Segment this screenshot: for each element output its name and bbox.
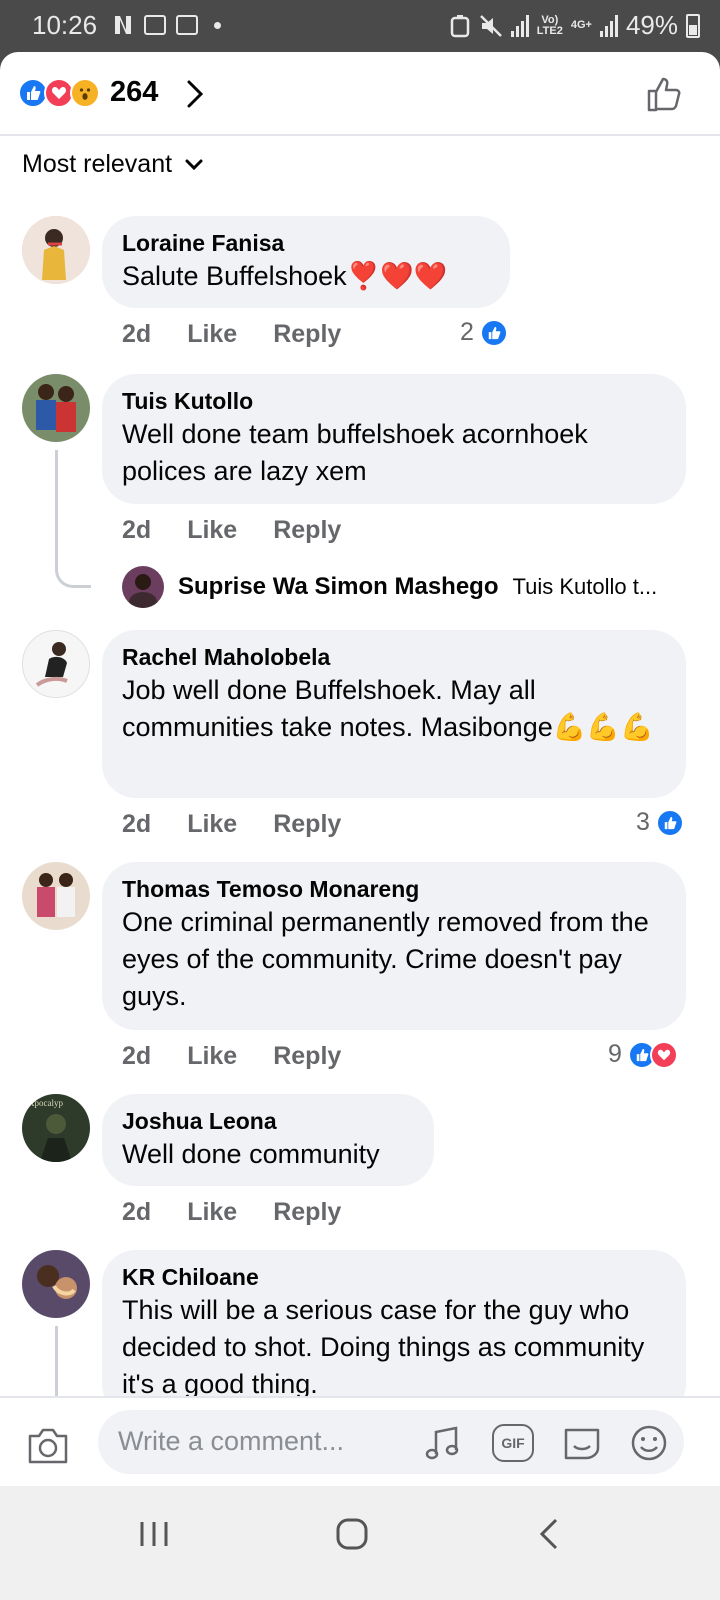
gallery-icon	[144, 15, 166, 35]
battery-percent: 49%	[625, 10, 678, 40]
more-notifications-icon	[214, 21, 221, 29]
music-icon[interactable]	[424, 1424, 462, 1462]
comments-sheet: 264 Most relevant Loraine Fanisa Salute …	[0, 52, 720, 1516]
status-time: 10:26	[32, 10, 98, 40]
system-indicators: Vo) LTE2 4G+ 49%	[449, 10, 700, 41]
reaction-count: 2	[460, 318, 474, 346]
comment-bubble[interactable]: KR Chiloane This will be a serious case …	[102, 1250, 686, 1418]
avatar[interactable]: Apocalyp	[22, 1094, 90, 1162]
commenter-name[interactable]: KR Chiloane	[122, 1262, 666, 1292]
comment-bubble[interactable]: Joshua Leona Well done community	[102, 1094, 434, 1186]
reply-snippet: Tuis Kutollo t...	[512, 574, 658, 599]
avatar[interactable]	[22, 1250, 90, 1318]
comment-input[interactable]: Write a comment... GIF	[98, 1410, 684, 1474]
like-icon	[479, 318, 508, 347]
like-button[interactable]: Like	[187, 516, 237, 545]
commenter-name[interactable]: Rachel Maholobela	[122, 642, 666, 672]
reactions-header[interactable]: 264	[0, 52, 720, 136]
back-icon[interactable]	[530, 1514, 570, 1554]
camera-icon[interactable]	[26, 1426, 70, 1466]
alarm-icon	[450, 14, 470, 37]
commenter-name[interactable]: Tuis Kutollo	[122, 386, 666, 416]
reply-button[interactable]: Reply	[273, 810, 341, 839]
comment-text: Well done team buffelshoek acornhoek pol…	[122, 419, 588, 486]
network-type-label: 4G+	[570, 19, 592, 31]
gif-label: GIF	[501, 1435, 525, 1451]
avatar[interactable]	[22, 862, 90, 930]
sticker-icon[interactable]	[560, 1424, 604, 1462]
comment-bubble[interactable]: Loraine Fanisa Salute Buffelshoek❣️❤️❤️	[102, 216, 510, 308]
comment-time[interactable]: 2d	[122, 1042, 151, 1071]
volte-label: Vo) LTE2	[536, 13, 563, 37]
like-outline-icon[interactable]	[644, 74, 684, 114]
home-icon[interactable]	[332, 1514, 372, 1554]
like-button[interactable]: Like	[187, 320, 237, 349]
like-button[interactable]: Like	[187, 1198, 237, 1227]
notification-icons	[112, 14, 221, 36]
commenter-name[interactable]: Thomas Temoso Monareng	[122, 874, 666, 904]
avatar[interactable]	[22, 630, 90, 698]
comment-text: Job well done Buffelshoek. May all commu…	[122, 675, 654, 742]
reply-button[interactable]: Reply	[273, 1198, 341, 1227]
avatar	[122, 566, 164, 608]
reply-button[interactable]: Reply	[273, 1042, 341, 1071]
chevron-down-icon	[185, 159, 203, 170]
thread-line	[55, 1326, 91, 1406]
like-icon	[655, 808, 684, 837]
mute-icon	[479, 14, 502, 37]
reply-button[interactable]: Reply	[273, 320, 341, 349]
comment-time[interactable]: 2d	[122, 810, 151, 839]
comment-actions: 2d Like Reply	[122, 516, 341, 545]
wow-icon	[70, 78, 100, 108]
comment-bubble[interactable]: Thomas Temoso Monareng One criminal perm…	[102, 862, 686, 1030]
reaction-icons	[18, 78, 100, 108]
gif-icon[interactable]: GIF	[492, 1424, 534, 1462]
sort-dropdown[interactable]: Most relevant	[22, 150, 204, 179]
avatar-text: Apocalyp	[28, 1098, 63, 1108]
reply-button[interactable]: Reply	[273, 516, 341, 545]
signal-icon-2	[599, 14, 618, 37]
comment-bubble[interactable]: Rachel Maholobela Job well done Buffelsh…	[102, 630, 686, 798]
comment-actions: 2d Like Reply	[122, 1042, 341, 1071]
system-nav-bar	[0, 1486, 720, 1600]
signal-icon	[510, 14, 529, 37]
comment-actions: 2d Like Reply	[122, 1198, 341, 1227]
comment-text: This will be a serious case for the guy …	[122, 1295, 645, 1399]
comment-bubble[interactable]: Tuis Kutollo Well done team buffelshoek …	[102, 374, 686, 504]
avatar[interactable]	[22, 216, 90, 284]
comment-reactions[interactable]: 3	[636, 808, 684, 837]
comment-reactions[interactable]: 9	[608, 1040, 678, 1069]
recent-apps-icon[interactable]	[134, 1514, 174, 1554]
comment-text: Well done community	[122, 1139, 380, 1169]
emoji-icon[interactable]	[630, 1424, 668, 1462]
comment-time[interactable]: 2d	[122, 320, 151, 349]
thread-line	[55, 450, 91, 588]
comment-actions: 2d Like Reply	[122, 320, 341, 349]
reaction-count: 264	[110, 76, 159, 108]
comment-time[interactable]: 2d	[122, 1198, 151, 1227]
reaction-count: 9	[608, 1040, 622, 1068]
comment-text: One criminal permanently removed from th…	[122, 907, 649, 1011]
reaction-count: 3	[636, 808, 650, 836]
avatar[interactable]	[22, 374, 90, 442]
like-button[interactable]: Like	[187, 810, 237, 839]
comment-time[interactable]: 2d	[122, 516, 151, 545]
comment-actions: 2d Like Reply	[122, 810, 341, 839]
love-icon	[649, 1040, 678, 1069]
status-bar: 10:26 Vo) LTE2 4G+ 49%	[0, 0, 720, 52]
like-button[interactable]: Like	[187, 1042, 237, 1071]
battery-icon	[686, 13, 700, 38]
comment-reactions[interactable]: 2	[460, 318, 508, 347]
comment-placeholder: Write a comment...	[118, 1426, 345, 1456]
commenter-name[interactable]: Joshua Leona	[122, 1106, 414, 1136]
reply-author: Suprise Wa Simon Mashego	[178, 573, 499, 600]
commenter-name[interactable]: Loraine Fanisa	[122, 228, 490, 258]
comment-text: Salute Buffelshoek❣️❤️❤️	[122, 261, 448, 291]
sort-label: Most relevant	[22, 150, 173, 178]
netflix-icon	[115, 16, 131, 34]
message-icon	[176, 15, 198, 35]
chevron-right-icon[interactable]	[180, 76, 210, 112]
reply-preview[interactable]: Suprise Wa Simon Mashego Tuis Kutollo t.…	[122, 566, 657, 608]
